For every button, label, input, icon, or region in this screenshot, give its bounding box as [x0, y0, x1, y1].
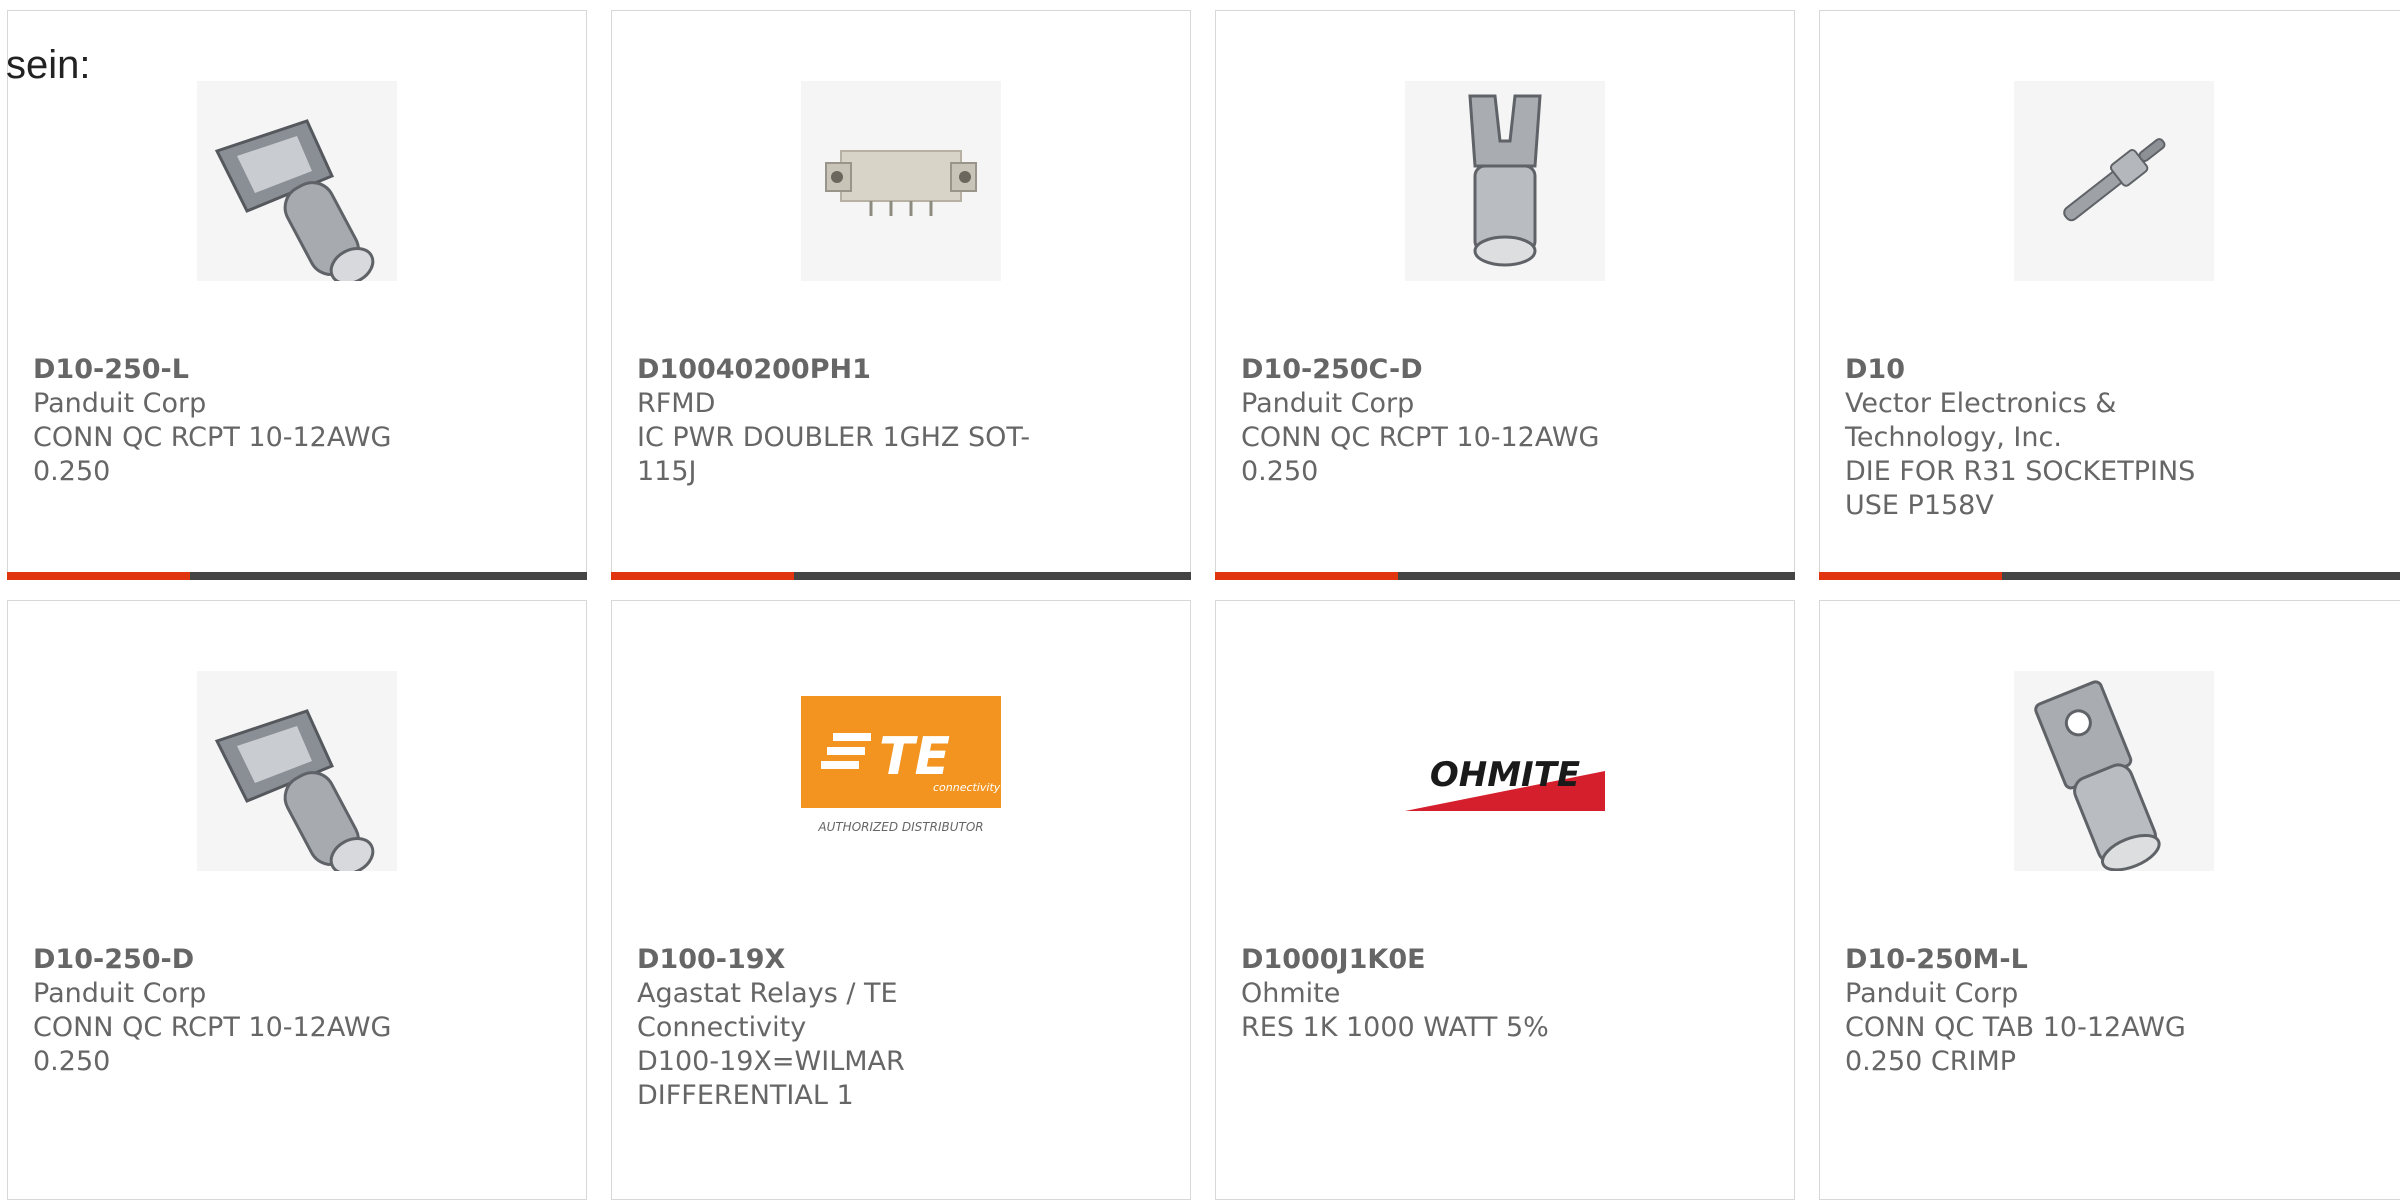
- part-number-link[interactable]: D10: [1845, 353, 2245, 387]
- card-accent-bar: [611, 572, 794, 580]
- product-info: D100-19X Agastat Relays / TE Connectivit…: [637, 943, 1057, 1113]
- manufacturer: Panduit Corp: [1241, 388, 1415, 419]
- intro-text: sein:: [6, 43, 91, 87]
- module-icon: [825, 150, 977, 216]
- product-card[interactable]: D10 Vector Electronics & Technology, Inc…: [1819, 10, 2400, 580]
- product-info: D1000J1K0E Ohmite RES 1K 1000 WATT 5%: [1241, 943, 1661, 1045]
- card-accent-bar: [1215, 572, 1398, 580]
- manufacturer: Ohmite: [1241, 978, 1341, 1009]
- product-card[interactable]: D10-250M-L Panduit Corp CONN QC TAB 10-1…: [1819, 600, 2400, 1200]
- description: D100-19X=WILMAR DIFFERENTIAL 1: [637, 1046, 905, 1111]
- product-card[interactable]: D10-250C-D Panduit Corp CONN QC RCPT 10-…: [1215, 10, 1795, 580]
- te-logo-text: TE: [879, 727, 950, 787]
- product-info: D10-250-D Panduit Corp CONN QC RCPT 10-1…: [33, 943, 453, 1079]
- description: CONN QC RCPT 10-12AWG 0.250: [33, 1012, 392, 1077]
- product-image[interactable]: [197, 671, 397, 871]
- te-logo-subtext: connectivity: [933, 781, 1001, 794]
- description: CONN QC TAB 10-12AWG 0.250 CRIMP: [1845, 1012, 2186, 1077]
- manufacturer: Panduit Corp: [33, 388, 207, 419]
- manufacturer: Agastat Relays / TE Connectivity: [637, 978, 898, 1043]
- description: DIE FOR R31 SOCKETPINS USE P158V: [1845, 456, 2196, 521]
- product-card[interactable]: D10-250-L Panduit Corp CONN QC RCPT 10-1…: [7, 10, 587, 580]
- product-image[interactable]: [2014, 671, 2214, 871]
- receptacle-terminal-icon: [1468, 94, 1542, 267]
- product-card[interactable]: D10-250-D Panduit Corp CONN QC RCPT 10-1…: [7, 600, 587, 1200]
- product-info: D10-250M-L Panduit Corp CONN QC TAB 10-1…: [1845, 943, 2245, 1079]
- part-number-link[interactable]: D1000J1K0E: [1241, 943, 1661, 977]
- product-info: D10-250C-D Panduit Corp CONN QC RCPT 10-…: [1241, 353, 1661, 489]
- product-image[interactable]: [801, 81, 1001, 281]
- part-number-link[interactable]: D10-250-L: [33, 353, 453, 387]
- part-number-link[interactable]: D10040200PH1: [637, 353, 1057, 387]
- pin-die-icon: [2063, 138, 2166, 222]
- manufacturer: Vector Electronics & Technology, Inc.: [1845, 388, 2117, 453]
- card-bottom-bar: [1819, 572, 2400, 580]
- card-accent-bar: [1819, 572, 2002, 580]
- product-card[interactable]: TE connectivity AUTHORIZED DISTRIBUTOR D…: [611, 600, 1191, 1200]
- manufacturer: RFMD: [637, 388, 716, 419]
- manufacturer: Panduit Corp: [1845, 978, 2019, 1009]
- product-info: D10-250-L Panduit Corp CONN QC RCPT 10-1…: [33, 353, 453, 489]
- product-card[interactable]: D10040200PH1 RFMD IC PWR DOUBLER 1GHZ SO…: [611, 10, 1191, 580]
- ohmite-logo: OHMITE: [1405, 755, 1605, 811]
- card-bottom-bar: [1215, 572, 1795, 580]
- product-info: D10 Vector Electronics & Technology, Inc…: [1845, 353, 2245, 523]
- te-logo-caption: AUTHORIZED DISTRIBUTOR: [817, 820, 983, 834]
- description: CONN QC RCPT 10-12AWG 0.250: [1241, 422, 1600, 487]
- part-number-link[interactable]: D10-250M-L: [1845, 943, 2245, 977]
- product-image[interactable]: OHMITE: [1405, 671, 1605, 871]
- part-number-link[interactable]: D100-19X: [637, 943, 1057, 977]
- product-image[interactable]: TE connectivity AUTHORIZED DISTRIBUTOR: [801, 671, 1001, 871]
- product-info: D10040200PH1 RFMD IC PWR DOUBLER 1GHZ SO…: [637, 353, 1057, 489]
- receptacle-terminal-icon: [214, 119, 375, 281]
- card-bottom-bar: [611, 572, 1191, 580]
- tab-terminal-icon: [2034, 680, 2161, 871]
- product-card[interactable]: OHMITE D1000J1K0E Ohmite RES 1K 1000 WAT…: [1215, 600, 1795, 1200]
- card-accent-bar: [7, 572, 190, 580]
- product-grid: D10-250-L Panduit Corp CONN QC RCPT 10-1…: [0, 0, 2400, 1200]
- card-bottom-bar: [7, 572, 587, 580]
- part-number-link[interactable]: D10-250C-D: [1241, 353, 1661, 387]
- description: RES 1K 1000 WATT 5%: [1241, 1012, 1549, 1043]
- receptacle-terminal-icon: [214, 709, 375, 871]
- part-number-link[interactable]: D10-250-D: [33, 943, 453, 977]
- te-logo: TE connectivity AUTHORIZED DISTRIBUTOR: [801, 696, 1001, 834]
- product-image[interactable]: [197, 81, 397, 281]
- product-image[interactable]: [2014, 81, 2214, 281]
- manufacturer: Panduit Corp: [33, 978, 207, 1009]
- description: IC PWR DOUBLER 1GHZ SOT-115J: [637, 422, 1031, 487]
- product-image[interactable]: [1405, 81, 1605, 281]
- ohmite-logo-text: OHMITE: [1430, 755, 1580, 795]
- description: CONN QC RCPT 10-12AWG 0.250: [33, 422, 392, 487]
